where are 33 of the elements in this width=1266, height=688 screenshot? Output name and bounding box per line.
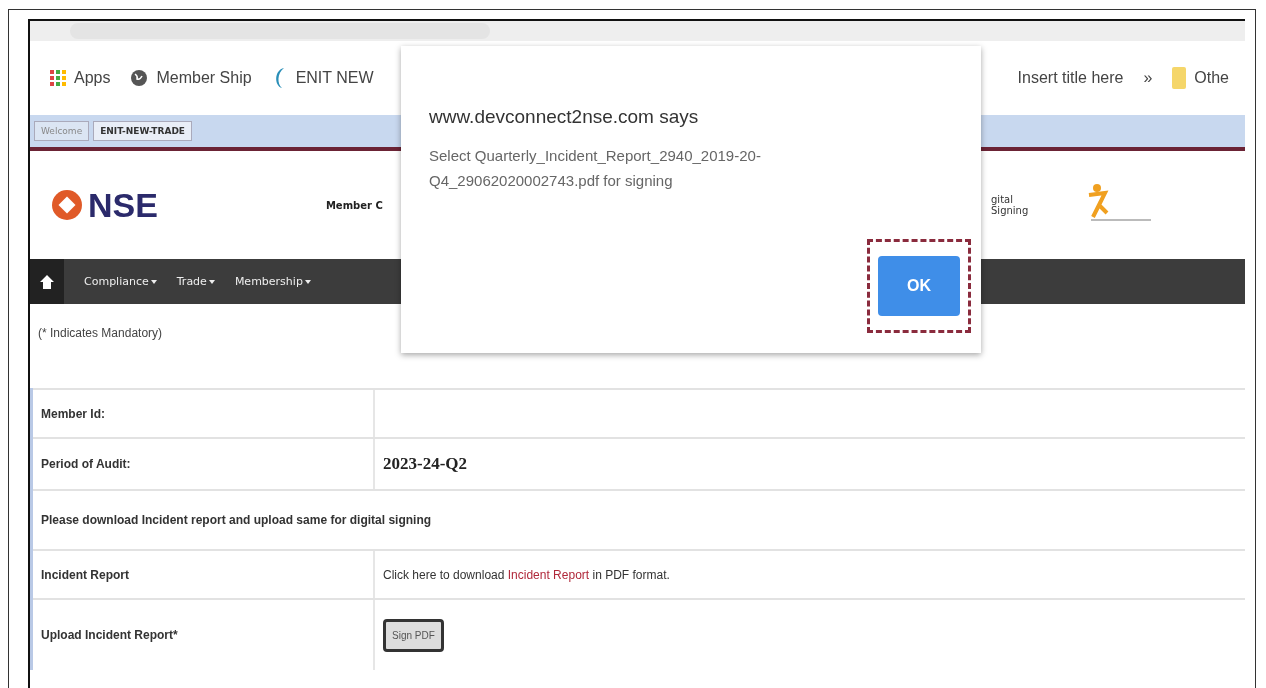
nse-logo-text: NSE — [88, 185, 158, 225]
instruction-text: Please download Incident report and upload same for digital signing — [40, 512, 433, 529]
header-text: Signing — [991, 205, 1030, 216]
caret-icon — [304, 278, 311, 285]
download-instruction-text: Click here to download Incident Report in PDF format. — [383, 567, 670, 582]
bookmark-link[interactable]: Member Ship — [156, 69, 252, 87]
caret-icon — [208, 278, 215, 285]
dialog-title: www.devconnect2nse.com says — [429, 106, 700, 128]
form-label: Member Id: — [40, 405, 106, 423]
caret-icon — [150, 278, 157, 285]
header-text: Member C — [325, 199, 383, 211]
bookmark-link[interactable]: Apps — [74, 69, 111, 87]
nse-logo-icon — [50, 188, 84, 222]
bookmark-link[interactable]: Insert title here — [1017, 69, 1124, 87]
page-tab[interactable]: ENIT-NEW-TRADE — [93, 121, 193, 141]
incident-report-link[interactable]: Incident Report — [507, 567, 590, 582]
mandatory-note: (* Indicates Mandatory) — [37, 325, 164, 342]
bookmark-folder[interactable]: Othe — [1194, 69, 1229, 87]
header-text: gital — [991, 194, 1014, 205]
nav-menu-item[interactable]: Trade — [176, 275, 215, 288]
bookmark-link[interactable]: ENIT NEW — [295, 69, 374, 87]
nav-menu-item[interactable]: Membership — [234, 275, 311, 288]
nav-menu-item[interactable]: Compliance — [84, 275, 157, 288]
sign-pdf-button[interactable]: Sign PDF — [383, 618, 444, 652]
form-label: Upload Incident Report* — [40, 627, 179, 644]
home-icon[interactable] — [39, 273, 55, 290]
form-label: Incident Report — [40, 566, 130, 584]
form-label: Period of Audit: — [40, 456, 132, 473]
audit-period-value: 2023-24-Q2 — [383, 454, 468, 474]
apps-grid-icon — [50, 70, 66, 86]
more-bookmarks-chevron[interactable]: » — [1143, 69, 1153, 87]
folder-icon — [1172, 67, 1187, 89]
dialog-message: Select Quarterly_Incident_Report_2940_2019-20-Q4_29062020002743.pdf for signing — [429, 146, 762, 191]
